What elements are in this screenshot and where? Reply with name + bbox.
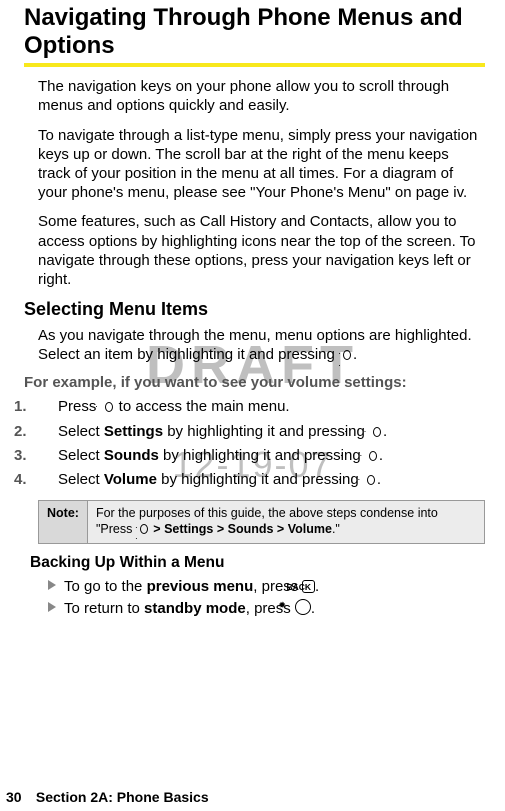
page-number: 30: [6, 789, 32, 805]
power-button-icon: [295, 599, 311, 615]
bullet-prev-menu: To go to the previous menu, press BACK.: [48, 578, 485, 595]
intro-para-1: The navigation keys on your phone allow …: [38, 77, 485, 115]
back-button-icon: BACK: [302, 580, 315, 594]
step-2: 2.Select Settings by highlighting it and…: [38, 422, 485, 442]
nav-key-icon: [369, 425, 383, 437]
page-footer: 30 Section 2A: Phone Basics: [0, 789, 209, 805]
step-number: 2.: [38, 422, 58, 442]
section-backing-heading: Backing Up Within a Menu: [30, 554, 485, 572]
triangle-bullet-icon: [48, 580, 56, 590]
nav-key-icon: [363, 473, 377, 485]
note-label: Note:: [39, 501, 88, 542]
section-selecting-heading: Selecting Menu Items: [24, 299, 485, 320]
step-3: 3.Select Sounds by highlighting it and p…: [38, 446, 485, 466]
intro-para-3: Some features, such as Call History and …: [38, 212, 485, 289]
steps-list: 1.Press to access the main menu. 2.Selec…: [38, 397, 485, 490]
triangle-bullet-icon: [48, 602, 56, 612]
nav-key-icon: [136, 522, 150, 534]
page-title: Navigating Through Phone Menus and Optio…: [24, 4, 485, 59]
note-box: Note: For the purposes of this guide, th…: [38, 500, 485, 543]
nav-key-icon: [101, 400, 115, 412]
note-content: For the purposes of this guide, the abov…: [88, 501, 484, 542]
selecting-para: As you navigate through the menu, menu o…: [38, 326, 485, 364]
bullet-list: To go to the previous menu, press BACK. …: [48, 578, 485, 617]
nav-key-icon: [339, 348, 353, 360]
step-number: 4.: [38, 470, 58, 490]
selecting-para-a: As you navigate through the menu, menu o…: [38, 327, 472, 363]
step-1: 1.Press to access the main menu.: [38, 397, 485, 417]
intro-para-2: To navigate through a list-type menu, si…: [38, 126, 485, 203]
nav-key-icon: [365, 449, 379, 461]
example-lead: For example, if you want to see your vol…: [24, 374, 485, 391]
step-number: 1.: [38, 397, 58, 417]
step-4: 4.Select Volume by highlighting it and p…: [38, 470, 485, 490]
footer-label: Section 2A: Phone Basics: [36, 789, 209, 805]
step-number: 3.: [38, 446, 58, 466]
divider: [24, 63, 485, 67]
selecting-para-b: .: [353, 346, 357, 363]
bullet-standby: To return to standby mode, press .: [48, 599, 485, 617]
